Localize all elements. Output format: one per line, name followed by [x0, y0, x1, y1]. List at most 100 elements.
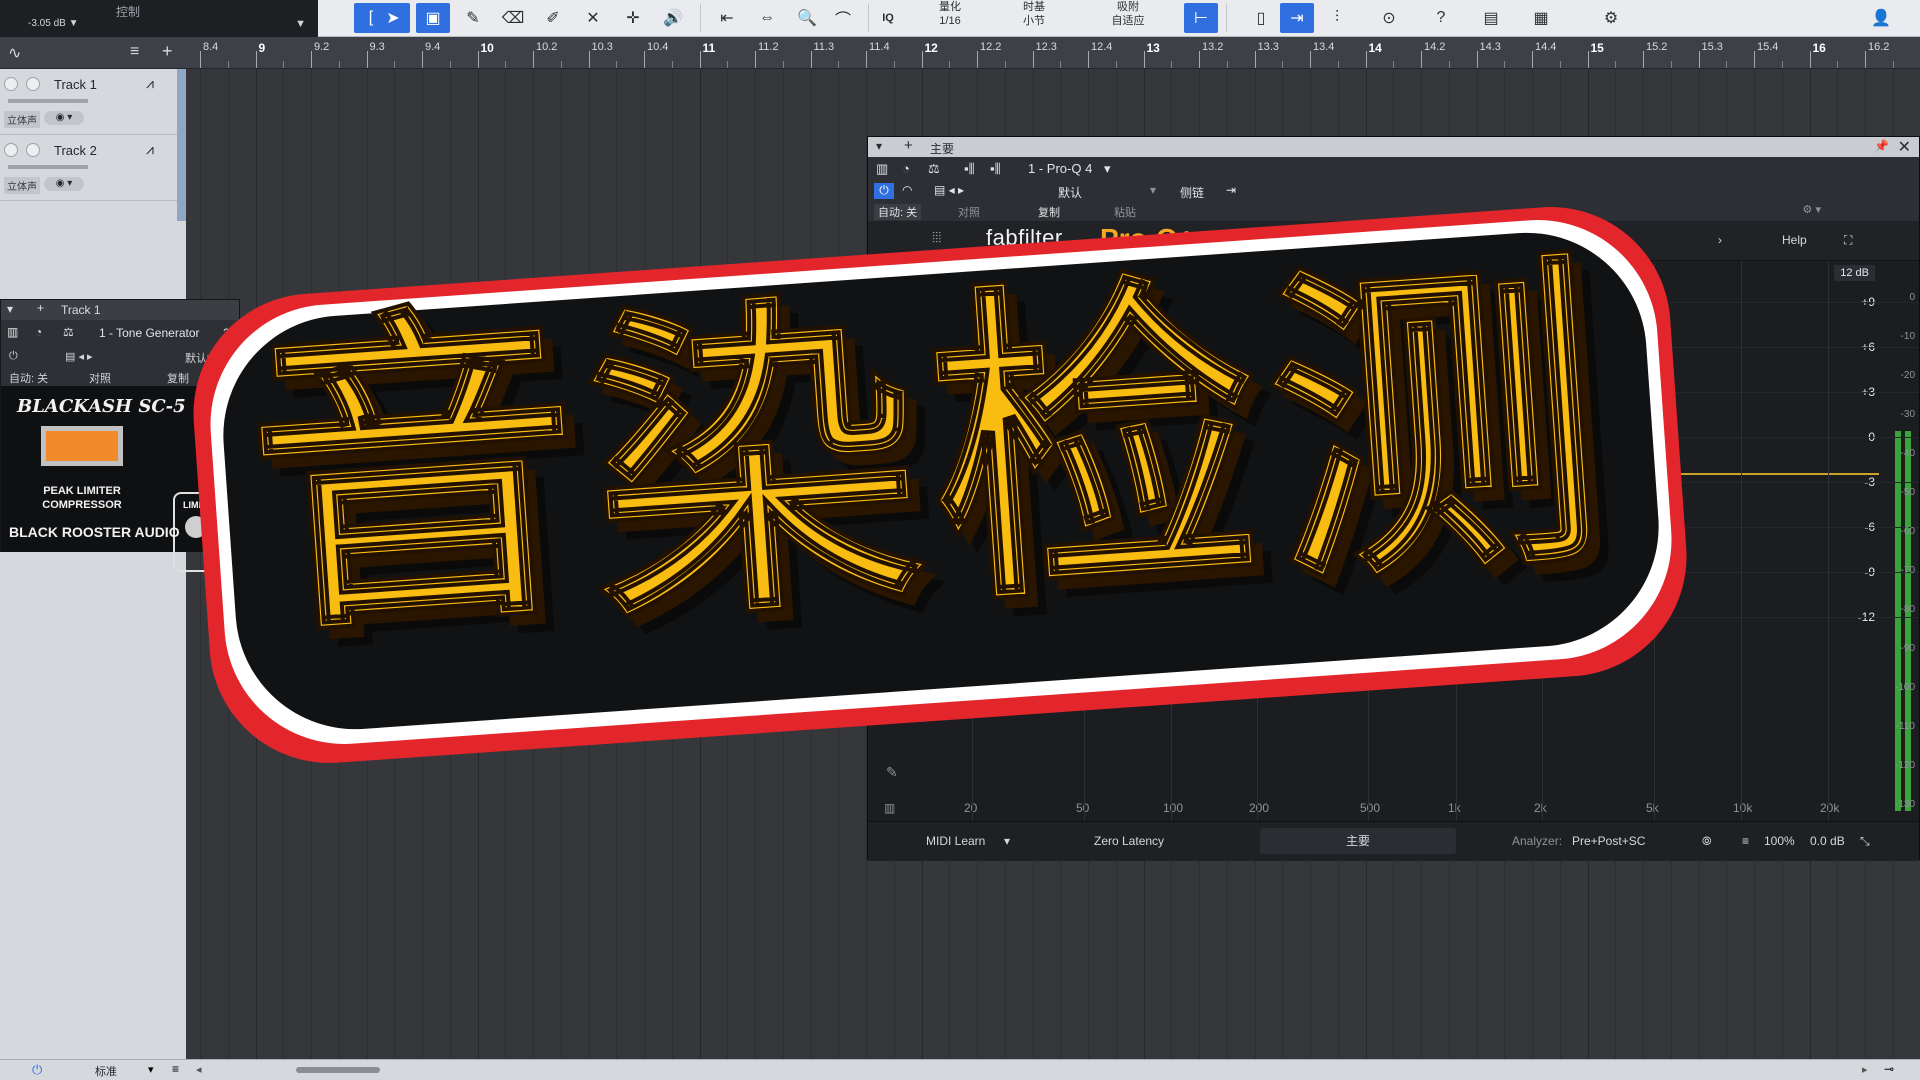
piano-icon[interactable]: ▥ [884, 801, 895, 815]
arrow-tool-button[interactable]: ➤ [376, 3, 410, 33]
split-view-button[interactable]: ⫶ [1320, 3, 1354, 33]
latency-mode[interactable]: Zero Latency [1094, 834, 1164, 848]
preset-browser[interactable]: Default Setting [1548, 233, 1627, 247]
collapse-icon[interactable]: ▾ [7, 302, 13, 316]
add-icon[interactable]: + [904, 137, 913, 154]
bypass-icon[interactable]: ⏻ [9, 350, 18, 363]
copy-button[interactable]: 复制 [167, 370, 189, 386]
scroll-right-icon[interactable]: ▸ [1862, 1063, 1868, 1076]
sidechain-button[interactable]: 侧链 [1180, 184, 1204, 201]
autoscroll-button[interactable]: ⇥ [1280, 3, 1314, 33]
chevron-down-icon[interactable]: ▾ [1150, 183, 1156, 197]
bars-icon[interactable]: ▥ [7, 325, 18, 339]
routing-icon[interactable]: ⚖ [63, 325, 74, 339]
loop-start-button[interactable]: ▯ [1244, 3, 1278, 33]
chevron-down-icon[interactable]: ▾ [1104, 161, 1111, 177]
iq-button[interactable]: IQ [876, 0, 900, 37]
horizontal-scrollbar[interactable] [296, 1067, 380, 1073]
master-volume-readout[interactable]: -3.05 dB ▼ [28, 18, 78, 29]
chevron-down-icon[interactable]: ▾ [148, 1063, 154, 1076]
timebase-select[interactable]: 时基 小节 [1004, 0, 1064, 37]
timeline-ruler[interactable]: 8.4 9 9.2 9.3 9.4 10 10.2 10.3 10.4 11 11.2 11.3 11.… [186, 37, 1920, 69]
plugin-name[interactable]: 1 - Pro-Q 4 [1028, 161, 1092, 176]
bend-tool-button[interactable]: ⌒ [826, 3, 860, 33]
sidechain-in-icon[interactable]: ▪⫼ [964, 161, 975, 177]
volume-bar[interactable] [8, 99, 88, 103]
input-toggle[interactable]: ◉ ▾ [44, 177, 84, 191]
redo-icon[interactable]: ↷ [1298, 233, 1308, 247]
plugin-name[interactable]: 1 - Tone Generator [99, 326, 200, 340]
pencil-tool-button[interactable]: ✎ [456, 3, 490, 33]
fullscreen-icon[interactable]: ⛶ [1844, 233, 1852, 248]
auto-button[interactable]: 自动: 关 [874, 204, 922, 220]
quantize-select[interactable]: 量化 1/16 [920, 0, 980, 37]
monitor-icon[interactable] [26, 143, 40, 157]
midi-learn-button[interactable]: MIDI Learn [926, 834, 985, 848]
preset-name[interactable]: 默认* [185, 350, 211, 366]
snap-toggle-button[interactable]: ⊢ [1184, 3, 1218, 33]
scroll-left-icon[interactable]: ◂ [196, 1063, 202, 1076]
eq-display[interactable]: 12 dB ✎ ▥ +9+6+30-3-6-9-12-260-10-20-30-… [868, 261, 1919, 821]
paste-button[interactable]: 粘贴 [1114, 204, 1136, 220]
bypass-icon[interactable]: ⏻ [874, 183, 894, 199]
layout-settings-icon[interactable]: ⚙ [1594, 3, 1628, 33]
input-toggle[interactable]: ◉ ▾ [44, 111, 84, 125]
record-arm-icon[interactable] [4, 77, 18, 91]
user-icon[interactable]: 👤 [1864, 3, 1898, 33]
help-button[interactable]: Help [1782, 233, 1807, 247]
zoom-icon[interactable]: 🔍 [790, 3, 824, 33]
slot-number[interactable]: 2 [223, 326, 230, 340]
track-row-1[interactable]: Track 1 ⩘ 立体声 ◉ ▾ [0, 69, 186, 135]
analyzer-mode[interactable]: Pre+Post+SC [1572, 834, 1645, 848]
gear-icon[interactable]: ⚙ ▾ [1803, 203, 1821, 216]
brush-icon[interactable]: ✎ [886, 764, 898, 781]
next-preset-icon[interactable]: › [1718, 233, 1722, 247]
power-icon[interactable]: ◔ [902, 161, 910, 176]
video-icon[interactable]: ▤ [1474, 3, 1508, 33]
eraser-tool-button[interactable]: ⌫ [496, 3, 530, 33]
chevron-down-icon[interactable]: ▾ [1004, 834, 1010, 848]
add-track-icon[interactable]: + [162, 41, 173, 62]
zoom-readout[interactable]: 100% [1764, 834, 1795, 848]
window-titlebar[interactable]: ▾ + 主要 📌 ✕ [868, 137, 1919, 157]
nudge-both-button[interactable]: ⇔ [750, 3, 784, 33]
nudge-left-button[interactable]: ⇤ [710, 3, 744, 33]
ab-button[interactable]: A/B [1354, 233, 1373, 247]
view-mode[interactable]: 标准 [95, 1063, 117, 1079]
track-name[interactable]: Track 2 [54, 143, 97, 158]
channel-mode[interactable]: 立体声 [4, 111, 40, 128]
resize-icon[interactable]: ⤡ [1860, 834, 1870, 849]
collapse-icon[interactable]: ▾ [876, 139, 882, 153]
snap-select[interactable]: 吸附 自适应 [1096, 0, 1160, 37]
automation-icon[interactable]: ∿ [8, 43, 21, 63]
track-name[interactable]: Track 1 [54, 77, 97, 92]
headphone-icon[interactable]: ◠ [902, 183, 912, 197]
document-icon[interactable]: ▤ ◂ ▸ [934, 183, 964, 197]
power-icon[interactable]: ◔ [35, 325, 42, 339]
chevron-down-icon[interactable]: ▼ [295, 18, 306, 30]
pin-icon[interactable]: 📌 [1874, 139, 1889, 153]
range-tool-button[interactable]: ▣ [416, 3, 450, 33]
bars-icon[interactable]: ▥ [876, 161, 888, 177]
sidechain-out-icon[interactable]: ▪⫼ [990, 161, 1001, 177]
close-icon[interactable]: ✕ [1898, 137, 1911, 157]
display-range-button[interactable]: 12 dB [1834, 265, 1875, 281]
split-tool-button[interactable]: ✛ [616, 3, 650, 33]
bars-icon[interactable]: ≡ [1742, 834, 1749, 848]
output-gain[interactable]: 0.0 dB [1810, 834, 1845, 848]
zoom-slider-icon[interactable]: ⊸ [1884, 1062, 1894, 1076]
mute-tool-button[interactable]: ✕ [576, 3, 610, 33]
paint-tool-button[interactable]: ✐ [536, 3, 570, 33]
ab-copy-button[interactable]: Copy [1384, 233, 1412, 247]
record-arm-icon[interactable] [4, 143, 18, 157]
compare-button[interactable]: 对照 [958, 204, 980, 220]
list-icon[interactable]: ≡ [130, 43, 139, 61]
document-icon[interactable]: ▤ ◂ ▸ [65, 350, 93, 363]
channel-mode[interactable]: 立体声 [4, 177, 40, 194]
add-icon[interactable]: + [37, 301, 44, 315]
list-icon[interactable]: ≡ [172, 1062, 179, 1076]
phase-icon[interactable]: ⦾ [1702, 834, 1712, 849]
volume-bar[interactable] [8, 165, 88, 169]
routing-icon[interactable]: ⚖ [928, 161, 940, 177]
channel-tab[interactable]: 主要 [1260, 828, 1456, 854]
